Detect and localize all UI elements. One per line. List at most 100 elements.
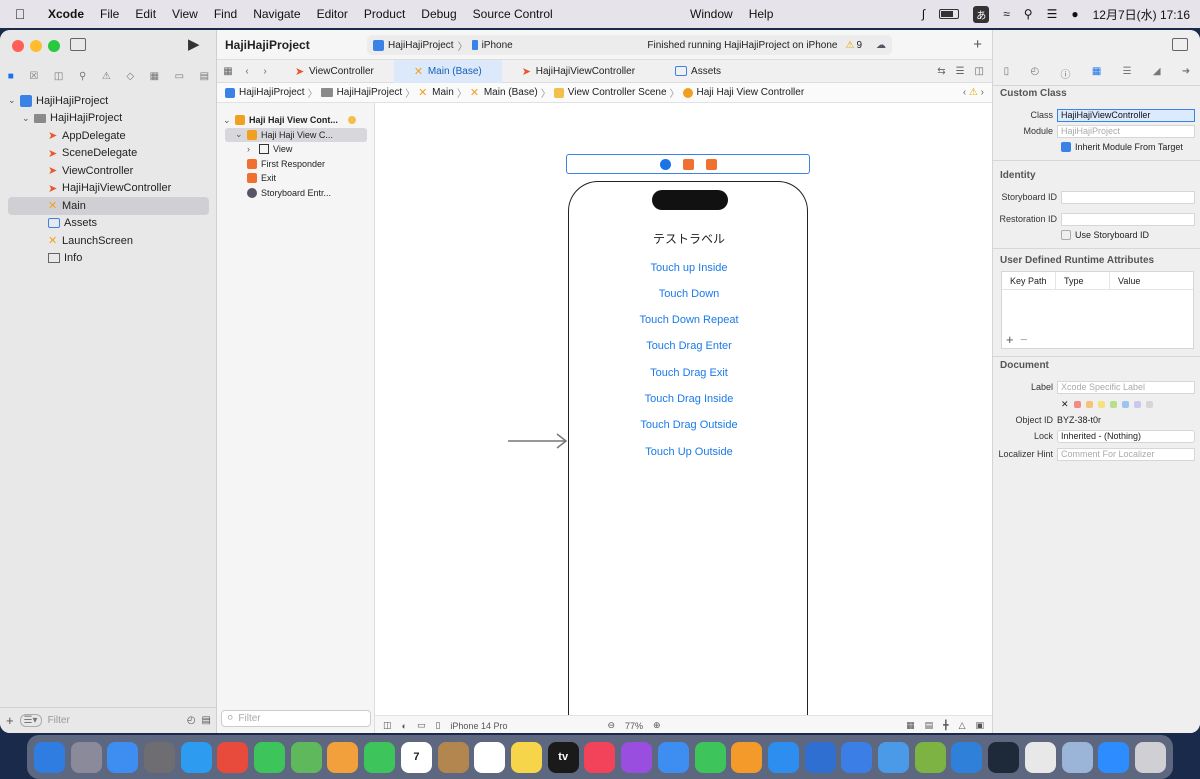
dock-app-instruments[interactable] bbox=[878, 741, 910, 773]
inspector-toggle-icon[interactable] bbox=[1172, 38, 1188, 51]
label-color-swatch[interactable] bbox=[1121, 400, 1129, 408]
dock-app-notes[interactable] bbox=[510, 741, 542, 773]
menu-file[interactable]: File bbox=[92, 7, 127, 21]
dock-app-facetime[interactable] bbox=[364, 741, 396, 773]
file-tree-item[interactable]: ⌄ HajiHajiProject bbox=[0, 92, 217, 110]
col-value[interactable]: Value bbox=[1110, 272, 1140, 290]
scene-dock[interactable] bbox=[566, 154, 810, 174]
dock-app-simulator[interactable] bbox=[841, 741, 873, 773]
file-tree-item[interactable]: Assets bbox=[0, 215, 217, 233]
device-icon[interactable]: ▯ bbox=[435, 720, 440, 731]
menu-app-name[interactable]: Xcode bbox=[40, 7, 92, 21]
recent-files-icon[interactable]: ◴ bbox=[187, 715, 196, 726]
disclosure-chevron-icon[interactable]: ⌄ bbox=[22, 113, 34, 124]
issue-nav-icon[interactable]: ‹ ⚠ › bbox=[963, 87, 984, 98]
menu-find[interactable]: Find bbox=[206, 7, 245, 21]
outline-item[interactable]: Exit bbox=[217, 171, 375, 186]
first-responder-dock-icon[interactable] bbox=[682, 158, 694, 170]
size-inspector-icon[interactable]: ◢ bbox=[1153, 66, 1161, 82]
destination-selector[interactable]: iPhone bbox=[482, 40, 513, 51]
file-tree-item[interactable]: Info bbox=[0, 250, 217, 268]
menu-source-control[interactable]: Source Control bbox=[465, 7, 561, 21]
source-control-navigator-icon[interactable]: ☒ bbox=[29, 71, 38, 82]
outline-toggle-icon[interactable]: ◫ bbox=[383, 720, 392, 731]
dock-app-launchpad[interactable] bbox=[70, 741, 102, 773]
dock-app-github[interactable] bbox=[988, 741, 1020, 773]
battery-icon[interactable] bbox=[939, 9, 960, 19]
dock-app-photos[interactable] bbox=[327, 741, 359, 773]
outline-filter-field[interactable]: ⚪ Filter bbox=[221, 710, 371, 727]
tab-hajihajiviewcontroller[interactable]: ➤ HajiHajiViewController bbox=[502, 60, 655, 83]
file-tree-item[interactable]: ➤ HajiHajiViewController bbox=[0, 180, 217, 198]
outline-item[interactable]: Storyboard Entr... bbox=[217, 186, 375, 201]
menu-help[interactable]: Help bbox=[741, 7, 782, 21]
disclosure-chevron-icon[interactable]: › bbox=[247, 144, 259, 154]
bluetooth-icon[interactable]: ∫ bbox=[922, 7, 925, 21]
class-field[interactable]: HajiHajiViewController bbox=[1057, 108, 1195, 122]
menu-view[interactable]: View bbox=[164, 7, 206, 21]
dock-app-reminders[interactable] bbox=[474, 741, 506, 773]
menu-product[interactable]: Product bbox=[356, 7, 413, 21]
file-tree-item[interactable]: ⌄ HajiHajiProject bbox=[0, 110, 217, 128]
zoom-in-icon[interactable]: ⊕ bbox=[653, 720, 661, 731]
zoom-level[interactable]: 77% bbox=[625, 721, 643, 731]
symbol-navigator-icon[interactable]: ◫ bbox=[54, 71, 63, 82]
tab-main-base[interactable]: ✕ Main (Base) bbox=[393, 59, 502, 83]
outline-item[interactable]: ⌄ Haji Haji View C... bbox=[225, 127, 367, 142]
view-controller-dock-icon[interactable] bbox=[659, 158, 671, 170]
appearance-icon[interactable]: ◐ bbox=[402, 721, 407, 731]
touch-up-inside-button[interactable]: Touch up Inside bbox=[569, 262, 809, 274]
file-tree-item[interactable]: ➤ AppDelegate bbox=[0, 127, 217, 145]
col-type[interactable]: Type bbox=[1056, 271, 1110, 290]
cloud-icon[interactable]: ☁ bbox=[876, 40, 886, 51]
update-frames-icon[interactable]: ▦ bbox=[906, 720, 915, 731]
dock-app-preview[interactable] bbox=[1061, 741, 1093, 773]
forward-icon[interactable]: › bbox=[255, 66, 275, 77]
breadcrumb-item[interactable]: Main bbox=[432, 87, 454, 98]
module-field[interactable]: HajiHajiProject bbox=[1057, 124, 1195, 138]
menu-navigate[interactable]: Navigate bbox=[245, 7, 308, 21]
input-method-icon[interactable]: あ bbox=[973, 5, 990, 23]
touch-drag-inside-button[interactable]: Touch Drag Inside bbox=[569, 393, 809, 405]
label-color-swatch[interactable] bbox=[1145, 400, 1153, 408]
navigator-filter-input[interactable]: Filter bbox=[48, 715, 181, 726]
runtime-attributes-table[interactable]: Key Path Type Value + − bbox=[1001, 271, 1194, 349]
dock-app-script[interactable] bbox=[914, 741, 946, 773]
col-key-path[interactable]: Key Path bbox=[1002, 271, 1056, 290]
breadcrumb-item[interactable]: View Controller Scene bbox=[568, 87, 667, 98]
related-items-icon[interactable]: ▦ bbox=[217, 66, 239, 77]
dock-app-vs-code[interactable] bbox=[951, 741, 983, 773]
device-name[interactable]: iPhone 14 Pro bbox=[450, 721, 507, 731]
debug-navigator-icon[interactable]: ▦ bbox=[150, 71, 159, 82]
zoom-out-icon[interactable]: ⊖ bbox=[607, 720, 615, 731]
label-color-swatch[interactable] bbox=[1073, 400, 1081, 408]
file-tree-item[interactable]: ➤ SceneDelegate bbox=[0, 145, 217, 163]
dock-app-system-settings[interactable] bbox=[143, 741, 175, 773]
file-tree-item[interactable]: ✕ Main bbox=[8, 197, 209, 215]
dock-app-messages[interactable] bbox=[254, 741, 286, 773]
storyboard-id-field[interactable] bbox=[1061, 190, 1195, 204]
zoom-window-button[interactable] bbox=[48, 40, 60, 52]
split-editor-icon[interactable]: ◫ bbox=[975, 66, 984, 77]
apple-icon[interactable]:  bbox=[0, 6, 40, 22]
menu-editor[interactable]: Editor bbox=[309, 7, 356, 21]
touch-drag-exit-button[interactable]: Touch Drag Exit bbox=[569, 367, 809, 379]
exit-dock-icon[interactable] bbox=[705, 158, 717, 170]
dock-app-keynote[interactable] bbox=[657, 741, 689, 773]
menu-window[interactable]: Window bbox=[682, 7, 741, 21]
tab-viewcontroller[interactable]: ➤ ViewController bbox=[275, 60, 394, 83]
wifi-icon[interactable]: ≈ bbox=[1003, 7, 1010, 21]
connections-inspector-icon[interactable]: ➜ bbox=[1182, 66, 1190, 82]
run-button-icon[interactable]: ▶ bbox=[188, 35, 200, 53]
orientation-icon[interactable]: ▭ bbox=[417, 720, 426, 731]
breadcrumb-item[interactable]: Haji Haji View Controller bbox=[697, 87, 805, 98]
label-color-swatch[interactable] bbox=[1085, 400, 1093, 408]
outline-item[interactable]: ⌄ Haji Haji View Cont... bbox=[217, 113, 375, 128]
issue-navigator-icon[interactable]: ⚠ bbox=[102, 71, 111, 82]
localizer-hint-field[interactable]: Comment For Localizer bbox=[1057, 447, 1195, 461]
label-color-swatch[interactable] bbox=[1109, 400, 1117, 408]
control-center-icon[interactable]: ☰ bbox=[1047, 7, 1058, 21]
storyboard-entry-arrow[interactable] bbox=[508, 432, 568, 450]
scheme-selector[interactable]: HajiHajiProject bbox=[388, 40, 454, 51]
identity-inspector-icon[interactable]: ▦ bbox=[1092, 66, 1101, 82]
